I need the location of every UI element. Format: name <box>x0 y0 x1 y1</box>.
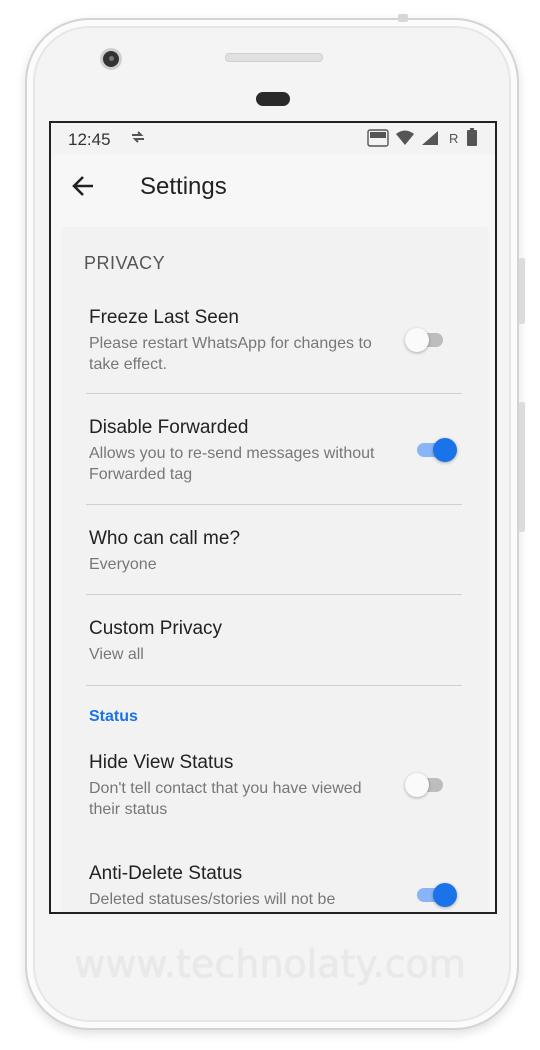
setting-title: Freeze Last Seen <box>89 307 239 328</box>
status-time: 12:45 <box>68 130 111 149</box>
freeze-last-seen-toggle[interactable] <box>405 327 449 352</box>
setting-subtitle: Deleted statuses/stories will not be <box>89 891 336 908</box>
divider <box>86 504 462 505</box>
phone-top-button <box>398 14 408 22</box>
wifi-icon <box>395 129 415 151</box>
toggle-thumb <box>405 773 429 797</box>
earpiece-speaker <box>225 53 323 62</box>
toggle-thumb <box>433 438 457 462</box>
setting-subtitle: Please restart WhatsApp for changes to t… <box>89 335 372 373</box>
roaming-indicator: R <box>449 131 459 146</box>
divider <box>86 393 462 394</box>
disable-forwarded-toggle[interactable] <box>415 437 459 462</box>
anti-delete-status-toggle[interactable] <box>415 882 459 907</box>
screen: 12:45 R Settings PRIVACY Freeze Last See… <box>49 121 497 914</box>
hide-view-status-toggle[interactable] <box>405 772 449 797</box>
setting-title: Who can call me? <box>89 528 241 549</box>
toggle-thumb <box>405 328 429 352</box>
setting-title: Disable Forwarded <box>89 417 249 438</box>
proximity-sensor <box>256 92 290 106</box>
section-header-privacy: PRIVACY <box>84 253 166 273</box>
setting-title: Custom Privacy <box>89 618 223 639</box>
arrow-back-icon[interactable] <box>71 167 97 209</box>
section-header-status: Status <box>89 708 138 725</box>
toggle-thumb <box>433 883 457 907</box>
phone-side-button-lower <box>519 402 525 532</box>
divider <box>86 594 462 595</box>
signal-icon <box>421 130 439 150</box>
divider <box>86 685 462 686</box>
setting-title: Hide View Status <box>89 752 234 773</box>
phone-side-button-upper <box>519 258 525 324</box>
front-camera <box>100 48 122 70</box>
app-bar: Settings <box>51 155 495 221</box>
watermark: www.technolaty.com <box>74 942 466 986</box>
setting-title: Anti-Delete Status <box>89 863 243 884</box>
setting-subtitle: Everyone <box>89 556 157 573</box>
volte-icon <box>367 129 389 151</box>
setting-subtitle: Allows you to re-send messages without F… <box>89 445 375 483</box>
status-bar: 12:45 R <box>51 123 495 155</box>
sync-icon <box>129 128 147 150</box>
setting-subtitle: View all <box>89 646 144 663</box>
setting-subtitle: Don't tell contact that you have viewed … <box>89 780 362 818</box>
battery-icon <box>467 128 477 150</box>
page-title: Settings <box>140 173 227 200</box>
